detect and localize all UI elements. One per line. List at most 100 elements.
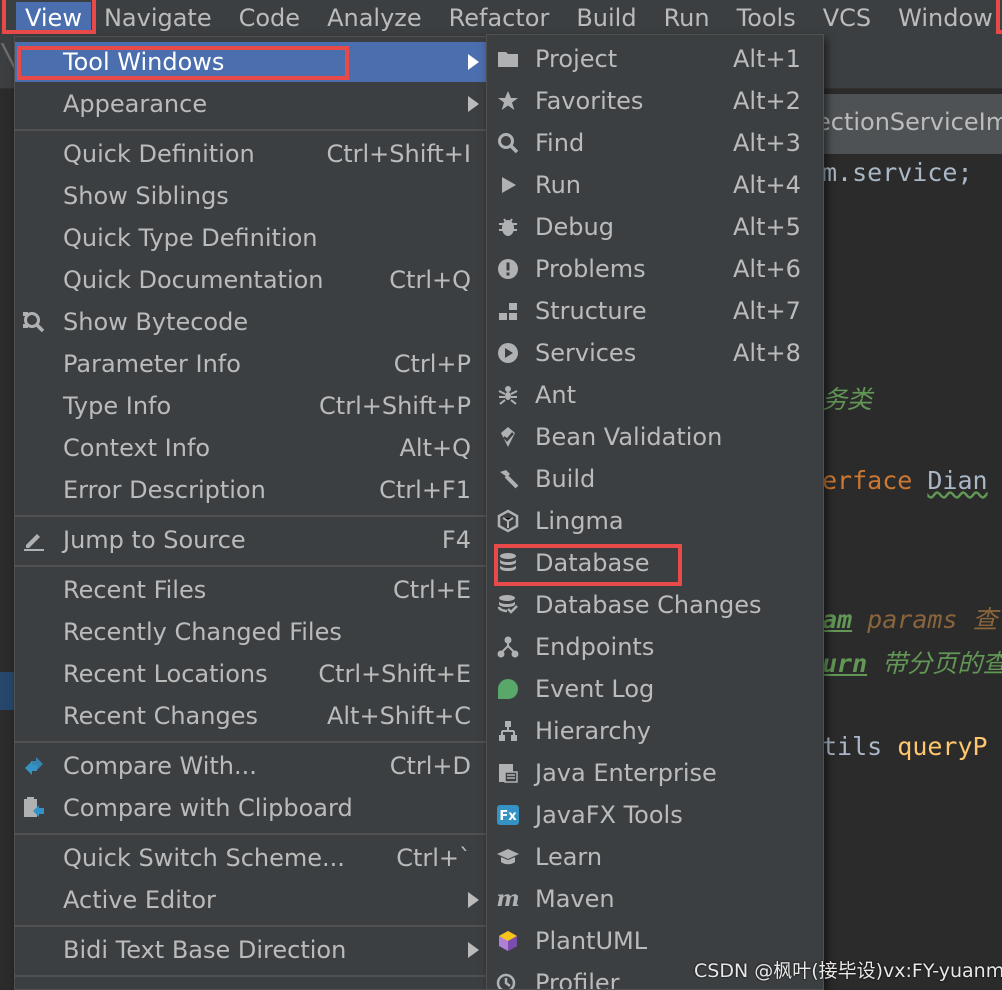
menu-item-label: Quick Switch Scheme...: [63, 844, 345, 872]
menu-item-show-bytecode[interactable]: Show Bytecode: [15, 302, 487, 342]
code-line: am params 查: [822, 600, 998, 636]
learn-icon: [495, 845, 521, 869]
tool-window-maven[interactable]: m Maven: [487, 879, 823, 919]
menubar-item-build[interactable]: Build: [563, 2, 650, 34]
menu-item-appearance[interactable]: Appearance: [15, 84, 487, 124]
menubar-item-window[interactable]: Window: [885, 2, 1002, 34]
watermark: CSDN @枫叶(接毕设)vx:FY-yuanma: [694, 960, 1002, 982]
menu-item-label: Recent Files: [63, 576, 207, 604]
menu-item-jump-to-source[interactable]: Jump to Source F4: [15, 520, 487, 560]
tool-window-favorites[interactable]: Favorites Alt+2: [487, 81, 823, 121]
menu-item-quick-definition[interactable]: Quick Definition Ctrl+Shift+I: [15, 134, 487, 174]
menu-item-type-info[interactable]: Type Info Ctrl+Shift+P: [15, 386, 487, 426]
tool-window-javafx-tools[interactable]: Fx JavaFX Tools: [487, 795, 823, 835]
menubar-item-tools[interactable]: Tools: [724, 2, 810, 34]
tool-window-ant[interactable]: Ant: [487, 375, 823, 415]
menu-item-recent-locations[interactable]: Recent Locations Ctrl+Shift+E: [15, 654, 487, 694]
tool-window-bean-validation[interactable]: Bean Validation: [487, 417, 823, 457]
menu-item-label: Active Editor: [63, 886, 216, 914]
tool-window-java-enterprise[interactable]: Java Enterprise: [487, 753, 823, 793]
menu-item-compare-with[interactable]: Compare With... Ctrl+D: [15, 746, 487, 786]
menu-item-shortcut: Ctrl+Shift+P: [319, 392, 471, 420]
menubar-item-code[interactable]: Code: [226, 2, 314, 34]
code-line: m.service;: [822, 158, 973, 187]
menu-item-active-editor[interactable]: Active Editor: [15, 880, 487, 920]
menu-item-recently-changed-files[interactable]: Recently Changed Files: [15, 612, 487, 652]
compare-clipboard-icon: [21, 796, 47, 820]
tool-window-problems[interactable]: Problems Alt+6: [487, 249, 823, 289]
menubar-item-refactor[interactable]: Refactor: [436, 2, 564, 34]
menu-item-label: Compare With...: [63, 752, 257, 780]
svg-text:Fx: Fx: [499, 809, 517, 824]
menubar-item-run[interactable]: Run: [651, 2, 724, 34]
menu-item-compare-with-clipboard[interactable]: Compare with Clipboard: [15, 788, 487, 828]
tool-window-services[interactable]: Services Alt+8: [487, 333, 823, 373]
menu-item-label: Recent Changes: [63, 702, 258, 730]
menu-item-shortcut: Ctrl+Shift+I: [326, 140, 471, 168]
tool-window-build[interactable]: Build: [487, 459, 823, 499]
play-icon: [495, 173, 521, 197]
menu-item-scientific-mode[interactable]: Scientific Mode: [15, 980, 487, 989]
tool-window-label: Build: [535, 465, 596, 493]
menu-item-parameter-info[interactable]: Parameter Info Ctrl+P: [15, 344, 487, 384]
tool-window-learn[interactable]: Learn: [487, 837, 823, 877]
menu-item-show-siblings[interactable]: Show Siblings: [15, 176, 487, 216]
menu-separator: [15, 833, 487, 835]
tool-window-database-changes[interactable]: Database Changes: [487, 585, 823, 625]
tool-window-project[interactable]: Project Alt+1: [487, 39, 823, 79]
folder-icon: [495, 47, 521, 71]
menu-item-bidi-text-base-direction[interactable]: Bidi Text Base Direction: [15, 930, 487, 970]
database-icon: [495, 551, 521, 575]
tool-window-database[interactable]: Database: [487, 543, 823, 583]
tool-window-event-log[interactable]: Event Log: [487, 669, 823, 709]
menu-item-quick-type-definition[interactable]: Quick Type Definition: [15, 218, 487, 258]
tool-window-label: Find: [535, 129, 585, 157]
menu-bar: View Navigate Code Analyze Refactor Build Run T…: [0, 0, 1002, 36]
submenu-arrow-icon: [468, 892, 479, 908]
menu-item-label: Tool Windows: [63, 48, 225, 76]
tool-window-label: Bean Validation: [535, 423, 723, 451]
tool-window-lingma[interactable]: Lingma: [487, 501, 823, 541]
menubar-item-vcs[interactable]: VCS: [810, 2, 885, 34]
tool-window-label: Java Enterprise: [535, 759, 717, 787]
tool-window-shortcut: Alt+3: [733, 129, 801, 157]
tool-window-shortcut: Alt+5: [733, 213, 801, 241]
hammer-icon: [495, 467, 521, 491]
tool-window-find[interactable]: Find Alt+3: [487, 123, 823, 163]
tool-window-endpoints[interactable]: Endpoints: [487, 627, 823, 667]
tool-window-shortcut: Alt+2: [733, 87, 801, 115]
tool-window-shortcut: Alt+4: [733, 171, 801, 199]
tool-window-label: Problems: [535, 255, 646, 283]
menu-item-label: Appearance: [63, 90, 208, 118]
menu-item-tool-windows[interactable]: Tool Windows: [15, 42, 487, 82]
menu-item-label: Error Description: [63, 476, 266, 504]
menu-separator: [15, 741, 487, 743]
menubar-item-navigate[interactable]: Navigate: [91, 2, 226, 34]
bean-validation-icon: [495, 425, 521, 449]
menubar-item-view[interactable]: View: [16, 2, 91, 34]
menu-item-label: Parameter Info: [63, 350, 241, 378]
menu-item-recent-changes[interactable]: Recent Changes Alt+Shift+C: [15, 696, 487, 736]
code-line: erface Dian: [822, 466, 988, 495]
database-changes-icon: [495, 593, 521, 617]
editor-tab[interactable]: ectionServiceIm: [816, 94, 1002, 154]
tool-window-run[interactable]: Run Alt+4: [487, 165, 823, 205]
code-token: queryP: [897, 732, 988, 761]
code-token: erface: [822, 466, 928, 495]
menu-item-quick-switch-scheme[interactable]: Quick Switch Scheme... Ctrl+`: [15, 838, 487, 878]
menu-item-shortcut: F4: [441, 526, 471, 554]
tool-window-plantuml[interactable]: PlantUML: [487, 921, 823, 961]
tool-window-hierarchy[interactable]: Hierarchy: [487, 711, 823, 751]
tool-window-label: Profiler: [535, 969, 620, 990]
tool-windows-submenu: Project Alt+1 Favorites Alt+2 Find Alt+3 Run Al…: [486, 34, 824, 990]
menu-item-recent-files[interactable]: Recent Files Ctrl+E: [15, 570, 487, 610]
menu-item-context-info[interactable]: Context Info Alt+Q: [15, 428, 487, 468]
tool-window-label: Ant: [535, 381, 577, 409]
endpoints-icon: [495, 635, 521, 659]
menu-item-quick-documentation[interactable]: Quick Documentation Ctrl+Q: [15, 260, 487, 300]
code-token: urn: [822, 649, 868, 678]
menu-item-error-description[interactable]: Error Description Ctrl+F1: [15, 470, 487, 510]
tool-window-structure[interactable]: Structure Alt+7: [487, 291, 823, 331]
tool-window-debug[interactable]: Debug Alt+5: [487, 207, 823, 247]
menubar-item-analyze[interactable]: Analyze: [314, 2, 436, 34]
